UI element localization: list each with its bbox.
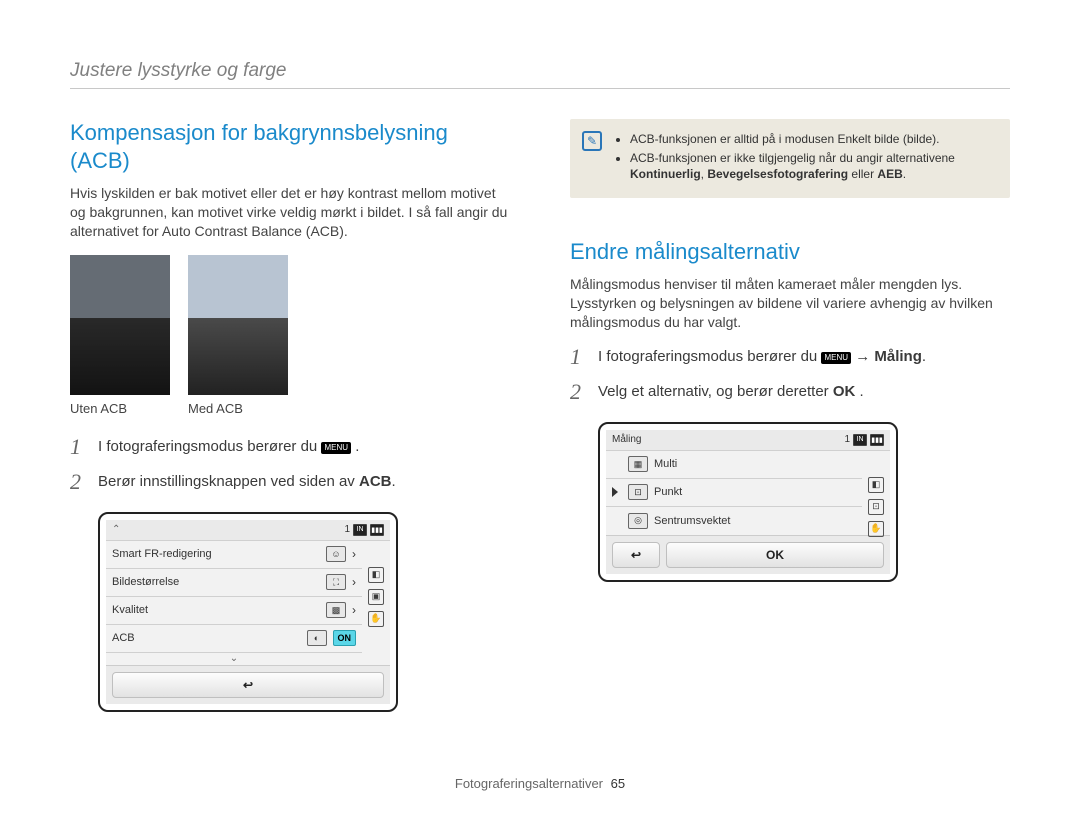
menu-icon: MENU bbox=[321, 442, 351, 454]
metering-intro: Målingsmodus henviser til måten kameraet… bbox=[570, 275, 1010, 332]
acb-intro: Hvis lyskilden er bak motivet eller det … bbox=[70, 184, 510, 241]
step-text: Velg et alternativ, og berør deretter bbox=[598, 383, 833, 400]
menu-row-center[interactable]: ◎ Sentrumsvektet bbox=[606, 507, 862, 535]
step-text: I fotograferingsmodus berører du bbox=[98, 438, 321, 455]
note-icon: ✎ bbox=[582, 131, 602, 151]
step-text: . bbox=[922, 348, 926, 365]
thumb-with-acb bbox=[188, 255, 288, 395]
status-number: 1 bbox=[344, 524, 350, 535]
side-icon-1: ◧ bbox=[368, 567, 384, 583]
chevron-right-icon: › bbox=[352, 547, 356, 561]
storage-icon: IN bbox=[853, 434, 867, 446]
menu-label: Sentrumsvektet bbox=[654, 515, 856, 527]
chevron-right-icon: › bbox=[352, 575, 356, 589]
acb-step-2: Berør innstillingsknappen ved siden av A… bbox=[70, 471, 510, 492]
battery-icon: ▮▮▮ bbox=[370, 524, 384, 536]
menu-row-punkt[interactable]: ⊡ Punkt bbox=[606, 479, 862, 507]
metering-multi-icon: ▦ bbox=[628, 456, 648, 472]
step-text: → bbox=[855, 348, 874, 365]
note-bullet-2: ACB-funksjonen er ikke tilgjengelig når … bbox=[630, 150, 996, 182]
menu-label: Bildestørrelse bbox=[112, 576, 320, 588]
acb-step-1: I fotograferingsmodus berører du MENU . bbox=[70, 436, 510, 457]
scroll-up-icon: ⌃ bbox=[112, 524, 120, 536]
status-number: 1 bbox=[844, 434, 850, 445]
menu-label: ACB bbox=[112, 632, 301, 644]
acb-compare: Uten ACB Med ACB bbox=[70, 255, 510, 416]
storage-icon: IN bbox=[353, 524, 367, 536]
side-icon-3: ✋ bbox=[368, 611, 384, 627]
side-icon-1: ◧ bbox=[868, 477, 884, 493]
menu-label: Kvalitet bbox=[112, 604, 320, 616]
note-box: ✎ ACB-funksjonen er alltid på i modusen … bbox=[570, 119, 1010, 198]
caption-with-acb: Med ACB bbox=[188, 401, 288, 416]
ok-button[interactable]: OK bbox=[666, 542, 884, 568]
step-bold: Måling bbox=[874, 348, 922, 365]
menu-row-quality[interactable]: Kvalitet ▩ › bbox=[106, 597, 362, 625]
battery-icon: ▮▮▮ bbox=[870, 434, 884, 446]
camera-menu-acb: ⌃ 1 IN ▮▮▮ ◧ ▣ ✋ Smart FR-redigering bbox=[98, 512, 398, 712]
page-number: 65 bbox=[611, 776, 625, 791]
lcd-title: Måling bbox=[612, 434, 641, 445]
back-button[interactable]: ↩ bbox=[112, 672, 384, 698]
step-text: . bbox=[391, 473, 395, 490]
note-bullet-1: ACB-funksjonen er alltid på i modusen En… bbox=[630, 131, 996, 147]
caption-without-acb: Uten ACB bbox=[70, 401, 170, 416]
menu-label: Smart FR-redigering bbox=[112, 548, 320, 560]
metering-steps: I fotograferingsmodus berører du MENU → … bbox=[570, 346, 1010, 402]
scroll-down-icon: ⌄ bbox=[106, 653, 362, 665]
camera-menu-metering: Måling 1 IN ▮▮▮ ◧ ⊡ ✋ ▦ Multi bbox=[598, 422, 898, 582]
page-footer: Fotograferingsalternativer 65 bbox=[0, 776, 1080, 791]
value-icon: ⛶ bbox=[326, 574, 346, 590]
menu-row-image-size[interactable]: Bildestørrelse ⛶ › bbox=[106, 569, 362, 597]
menu-row-acb[interactable]: ACB ◐ ON bbox=[106, 625, 362, 653]
value-icon: ▩ bbox=[326, 602, 346, 618]
menu-label: Multi bbox=[654, 458, 856, 470]
menu-label: Punkt bbox=[654, 486, 856, 498]
acb-steps: I fotograferingsmodus berører du MENU . … bbox=[70, 436, 510, 492]
side-icon-3: ✋ bbox=[868, 521, 884, 537]
menu-row-smart-fr[interactable]: Smart FR-redigering ☺ › bbox=[106, 541, 362, 569]
side-icon-2: ▣ bbox=[368, 589, 384, 605]
ok-icon: OK bbox=[833, 383, 856, 400]
metering-step-2: Velg et alternativ, og berør deretter OK… bbox=[570, 381, 1010, 402]
metering-spot-icon: ⊡ bbox=[628, 484, 648, 500]
thumb-without-acb bbox=[70, 255, 170, 395]
value-icon: ☺ bbox=[326, 546, 346, 562]
page-header: Justere lysstyrke og farge bbox=[70, 60, 1010, 89]
metering-center-icon: ◎ bbox=[628, 513, 648, 529]
left-column: Kompensasjon for bakgrynnsbelysning (ACB… bbox=[70, 119, 510, 712]
value-icon: ◐ bbox=[307, 630, 327, 646]
step-bold: ACB bbox=[359, 473, 392, 490]
step-text: . bbox=[355, 438, 359, 455]
right-column: ✎ ACB-funksjonen er alltid på i modusen … bbox=[570, 119, 1010, 712]
step-text: . bbox=[860, 383, 864, 400]
footer-section: Fotograferingsalternativer bbox=[455, 776, 603, 791]
back-button[interactable]: ↩ bbox=[612, 542, 660, 568]
step-text: Berør innstillingsknappen ved siden av bbox=[98, 473, 359, 490]
acb-on-toggle[interactable]: ON bbox=[333, 630, 357, 646]
chevron-right-icon: › bbox=[352, 603, 356, 617]
menu-row-multi[interactable]: ▦ Multi bbox=[606, 451, 862, 479]
metering-step-1: I fotograferingsmodus berører du MENU → … bbox=[570, 346, 1010, 367]
step-text: I fotograferingsmodus berører du bbox=[598, 348, 821, 365]
side-icon-2: ⊡ bbox=[868, 499, 884, 515]
section-title-acb: Kompensasjon for bakgrynnsbelysning (ACB… bbox=[70, 119, 510, 174]
section-title-metering: Endre målingsalternativ bbox=[570, 238, 1010, 266]
selection-pointer-icon bbox=[612, 487, 618, 497]
menu-icon: MENU bbox=[821, 352, 851, 364]
